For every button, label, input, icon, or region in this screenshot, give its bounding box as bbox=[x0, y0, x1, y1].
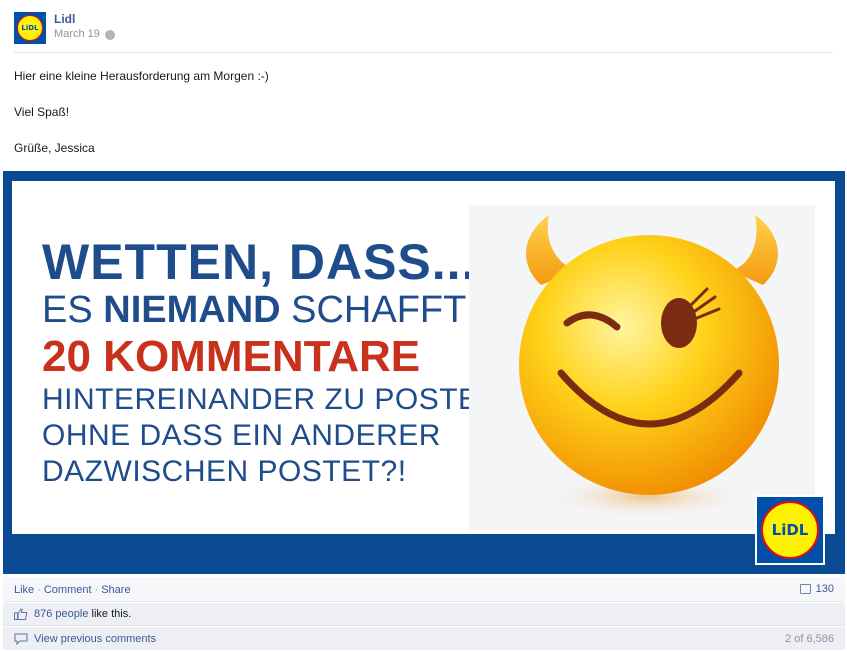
comments-nav: View previous comments 2 of 6,586 bbox=[3, 627, 845, 650]
lidl-logo-small: LiDL bbox=[17, 15, 43, 41]
headline-line-2: ES NIEMAND SCHAFFT bbox=[42, 289, 467, 331]
share-button[interactable]: Share bbox=[101, 584, 130, 596]
winking-devil-smiley-icon bbox=[519, 215, 779, 519]
action-links: Like · Comment · Share bbox=[14, 584, 131, 596]
post-text-line: Hier eine kleine Herausforderung am Morg… bbox=[14, 69, 269, 83]
post-meta: Lidl March 19 bbox=[54, 12, 115, 48]
post-text-line: Grüße, Jessica bbox=[14, 141, 95, 155]
like-button[interactable]: Like bbox=[14, 584, 34, 596]
comment-pager: 2 of 6,586 bbox=[785, 632, 834, 645]
headline-line-6: DAZWISCHEN POSTET?! bbox=[42, 455, 407, 488]
likes-suffix: like this. bbox=[88, 608, 132, 620]
globe-icon bbox=[104, 29, 115, 40]
lidl-logo-text: LiDL bbox=[761, 501, 819, 559]
post-actions: Like · Comment · Share 130 bbox=[3, 577, 845, 602]
page-avatar[interactable]: LiDL bbox=[14, 12, 46, 44]
headline-line-3: 20 KOMMENTARE bbox=[42, 332, 421, 381]
headline-line-4: HINTEREINANDER ZU POSTEN, bbox=[42, 383, 510, 416]
view-previous-wrap: View previous comments bbox=[14, 633, 156, 645]
image-inner: WETTEN, DASS... ES NIEMAND SCHAFFT 20 KO… bbox=[12, 181, 835, 534]
comment-count[interactable]: 130 bbox=[799, 583, 834, 595]
headline-line-1: WETTEN, DASS... bbox=[42, 234, 477, 290]
likes-summary: 876 people like this. bbox=[3, 603, 845, 626]
headline-line-5: OHNE DASS EIN ANDERER bbox=[42, 419, 441, 452]
post-image[interactable]: WETTEN, DASS... ES NIEMAND SCHAFFT 20 KO… bbox=[3, 171, 845, 574]
comment-icon bbox=[799, 584, 811, 594]
image-headline: WETTEN, DASS... ES NIEMAND SCHAFFT 20 KO… bbox=[42, 236, 510, 490]
post-text-line: Viel Spaß! bbox=[14, 105, 70, 119]
view-previous-comments-link[interactable]: View previous comments bbox=[34, 633, 156, 645]
post-message: Hier eine kleine Herausforderung am Morg… bbox=[14, 69, 269, 177]
date-row: March 19 bbox=[54, 27, 115, 42]
likers-link[interactable]: 876 people bbox=[34, 608, 88, 620]
post-date[interactable]: March 19 bbox=[54, 27, 100, 42]
thumbs-up-icon bbox=[14, 608, 27, 620]
emoji-panel bbox=[469, 205, 815, 530]
post-header: LiDL Lidl March 19 bbox=[14, 12, 115, 48]
header-divider bbox=[14, 52, 833, 53]
lidl-logo: LiDL bbox=[755, 495, 825, 565]
comment-button[interactable]: Comment bbox=[44, 584, 92, 596]
author-link[interactable]: Lidl bbox=[54, 12, 115, 27]
speech-bubble-icon bbox=[14, 633, 28, 645]
comment-count-value: 130 bbox=[815, 583, 834, 595]
